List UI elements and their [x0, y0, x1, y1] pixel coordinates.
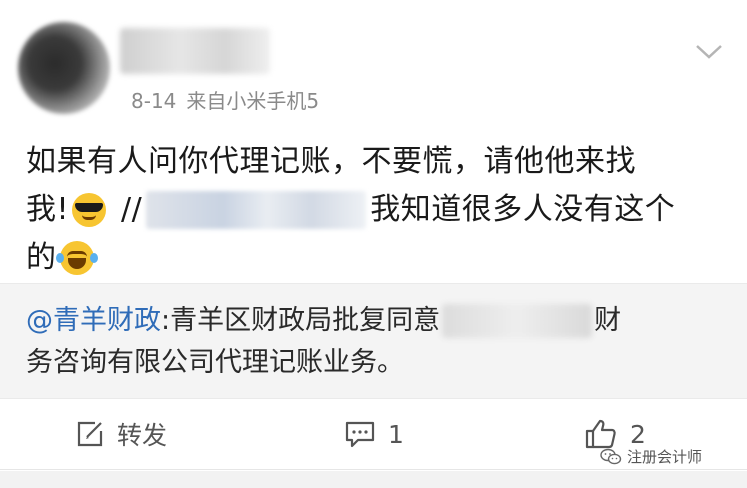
post-source: 来自小米手机5 [186, 89, 320, 113]
repost-chain-slashes: // [121, 192, 143, 227]
repost-text: 财 [594, 305, 622, 336]
comment-icon [345, 421, 375, 448]
watermark: 注册会计师 [600, 446, 702, 467]
blurred-username[interactable] [120, 28, 270, 74]
repost-text: :青羊区财政局批复同意 [161, 305, 441, 336]
post-content: 如果有人问你代理记账，不要慌，请他他来找 我! // 我知道很多人没有这个 的 [26, 138, 726, 282]
repost-text: 务咨询有限公司代理记账业务。 [26, 347, 404, 378]
reposted-content-box[interactable]: @青羊财政 :青羊区财政局批复同意 财 务咨询有限公司代理记账业务。 [0, 283, 747, 399]
blurred-company-name [442, 304, 593, 338]
content-text: 我知道很多人没有这个 [370, 192, 676, 227]
repost-label: 转发 [117, 421, 168, 450]
content-line-1: 如果有人问你代理记账，不要慌，请他他来找 [26, 138, 726, 186]
chevron-down-icon[interactable] [694, 40, 724, 64]
weibo-post-card: 8-14 来自小米手机5 如果有人问你代理记账，不要慌，请他他来找 我! // 我… [0, 0, 747, 488]
wechat-icon [600, 448, 622, 464]
comment-button[interactable]: 1 [344, 414, 404, 454]
like-count: 2 [630, 419, 646, 449]
post-meta: 8-14 来自小米手机5 [131, 88, 319, 114]
repost-line-1: @青羊财政 :青羊区财政局批复同意 财 [26, 300, 726, 342]
bottom-divider [0, 471, 747, 488]
repost-line-2: 务咨询有限公司代理记账业务。 [26, 342, 726, 384]
post-date: 8-14 [131, 89, 177, 113]
mention-link[interactable]: @青羊财政 [26, 300, 161, 342]
comment-count: 1 [388, 419, 404, 449]
content-line-3: 的 [26, 234, 726, 282]
avatar[interactable] [18, 22, 110, 114]
cool-sunglasses-emoji-icon [72, 193, 107, 227]
reposted-text: @青羊财政 :青羊区财政局批复同意 财 务咨询有限公司代理记账业务。 [26, 300, 726, 384]
content-line-2: 我! // 我知道很多人没有这个 [26, 186, 726, 234]
content-text: 如果有人问你代理记账，不要慌，请他他来找 [26, 144, 636, 179]
edit-share-icon [77, 421, 103, 447]
content-text: 我! [26, 192, 70, 227]
blurred-mention[interactable] [146, 191, 367, 229]
content-text: 的 [26, 240, 57, 275]
repost-button[interactable]: 转发 [75, 414, 167, 454]
watermark-label: 注册会计师 [627, 448, 703, 466]
laughing-tears-emoji-icon [55, 241, 98, 275]
